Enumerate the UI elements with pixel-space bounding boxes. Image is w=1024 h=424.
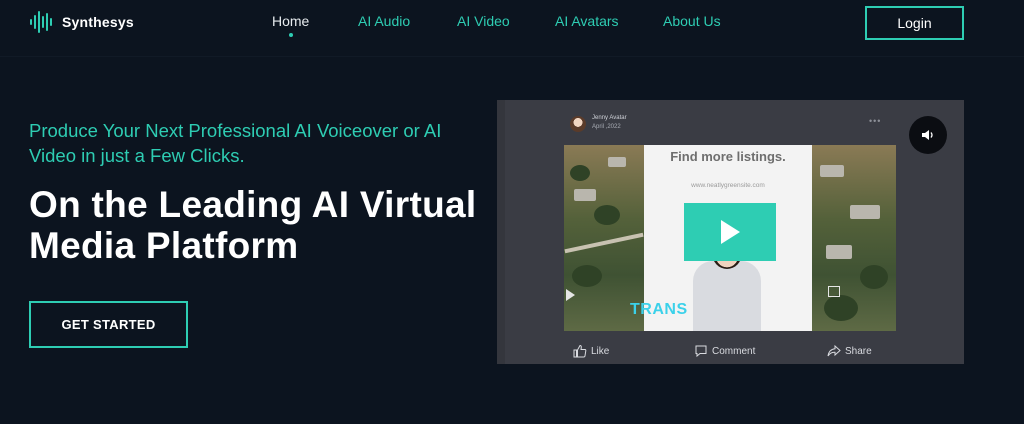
share-icon bbox=[827, 344, 841, 357]
post-avatar bbox=[570, 116, 586, 132]
like-button[interactable]: Like bbox=[573, 344, 609, 358]
house-roof bbox=[608, 157, 626, 167]
nav-item-home[interactable]: Home bbox=[272, 13, 309, 29]
play-icon bbox=[721, 220, 740, 244]
like-label: Like bbox=[591, 345, 610, 357]
post-date: April ,2022 bbox=[592, 124, 621, 130]
hero-tagline: Produce Your Next Professional AI Voiceo… bbox=[29, 120, 442, 166]
comment-button[interactable]: Comment bbox=[694, 344, 755, 358]
get-started-button[interactable]: GET STARTED bbox=[29, 301, 188, 348]
expand-icon bbox=[828, 286, 840, 297]
video-player[interactable]: Jenny Avatar April ,2022 ••• Find more l… bbox=[497, 100, 964, 364]
tree-shape bbox=[860, 265, 888, 289]
tree-shape bbox=[824, 295, 858, 321]
post-actions: Like Comment Share bbox=[497, 344, 964, 364]
nav-divider bbox=[0, 56, 1024, 57]
nav-item-ai-video[interactable]: AI Video bbox=[457, 13, 510, 29]
video-edge bbox=[497, 100, 505, 364]
card-url: www.neatlygreensite.com bbox=[691, 182, 765, 189]
comment-label: Comment bbox=[712, 345, 756, 357]
ellipsis-icon: ••• bbox=[869, 116, 882, 126]
sound-toggle-button[interactable] bbox=[909, 116, 947, 154]
overlay-text: TRANS bbox=[630, 301, 688, 318]
small-play-icon bbox=[566, 289, 575, 301]
tree-shape bbox=[594, 205, 620, 225]
house-roof bbox=[574, 189, 596, 201]
tree-shape bbox=[570, 165, 590, 181]
landing-page: Synthesys Home AI Audio AI Video AI Avat… bbox=[0, 0, 1024, 424]
thumbs-up-icon bbox=[573, 344, 587, 358]
share-label: Share bbox=[845, 345, 872, 357]
login-button[interactable]: Login bbox=[865, 6, 964, 40]
post-author: Jenny Avatar bbox=[592, 115, 627, 121]
card-title: Find more listings. bbox=[670, 149, 786, 164]
house-roof bbox=[820, 165, 844, 177]
road-shape bbox=[564, 232, 644, 254]
house-roof bbox=[826, 245, 852, 259]
nav-item-about-us[interactable]: About Us bbox=[663, 13, 721, 29]
nav-item-ai-audio[interactable]: AI Audio bbox=[358, 13, 410, 29]
hero-headline: On the Leading AI Virtual Media Platform bbox=[29, 184, 477, 266]
house-roof bbox=[850, 205, 880, 219]
speaker-icon bbox=[922, 130, 933, 140]
tree-shape bbox=[572, 265, 602, 287]
active-nav-indicator bbox=[289, 33, 293, 37]
play-button[interactable] bbox=[684, 203, 776, 261]
comment-icon bbox=[695, 345, 707, 358]
nav-item-ai-avatars[interactable]: AI Avatars bbox=[555, 13, 619, 29]
share-button[interactable]: Share bbox=[827, 344, 872, 358]
presenter-body bbox=[693, 261, 761, 331]
